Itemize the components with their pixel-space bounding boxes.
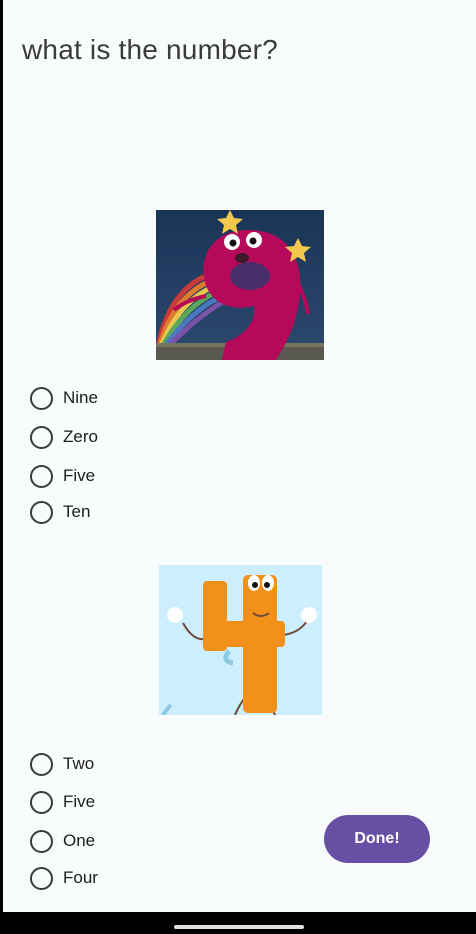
option-label: Five xyxy=(63,466,96,485)
option-label: Nine xyxy=(63,388,98,407)
system-nav-bar xyxy=(0,912,476,934)
option-label: Four xyxy=(63,868,98,887)
nine-character-image xyxy=(156,210,324,360)
quiz-screen: what is the number? Nine Zero Five Ten T… xyxy=(3,0,476,912)
radio-circle-icon[interactable] xyxy=(30,866,53,890)
radio-circle-icon[interactable] xyxy=(30,752,53,776)
radio-circle-icon[interactable] xyxy=(30,386,53,410)
option-label: One xyxy=(63,831,96,850)
option-label: Two xyxy=(63,754,95,773)
option-label: Five xyxy=(63,792,96,811)
radio-option[interactable]: Nine xyxy=(30,385,98,411)
option-label: Ten xyxy=(63,502,91,521)
option-label: Zero xyxy=(63,427,98,446)
four-character-image xyxy=(159,565,322,715)
done-button[interactable]: Done! xyxy=(324,815,430,863)
radio-option[interactable]: Four xyxy=(30,865,98,891)
page-title: what is the number? xyxy=(22,34,278,65)
home-handle[interactable] xyxy=(174,925,304,929)
radio-option[interactable]: One xyxy=(30,828,95,854)
radio-circle-icon[interactable] xyxy=(30,425,53,449)
radio-circle-icon[interactable] xyxy=(30,464,53,488)
radio-option[interactable]: Five xyxy=(30,789,95,815)
radio-option[interactable]: Zero xyxy=(30,424,98,450)
radio-option[interactable]: Five xyxy=(30,463,95,489)
radio-circle-icon[interactable] xyxy=(30,500,53,524)
radio-circle-icon[interactable] xyxy=(30,790,53,814)
radio-option[interactable]: Two xyxy=(30,751,94,777)
radio-circle-icon[interactable] xyxy=(30,829,53,853)
radio-option[interactable]: Ten xyxy=(30,499,90,525)
